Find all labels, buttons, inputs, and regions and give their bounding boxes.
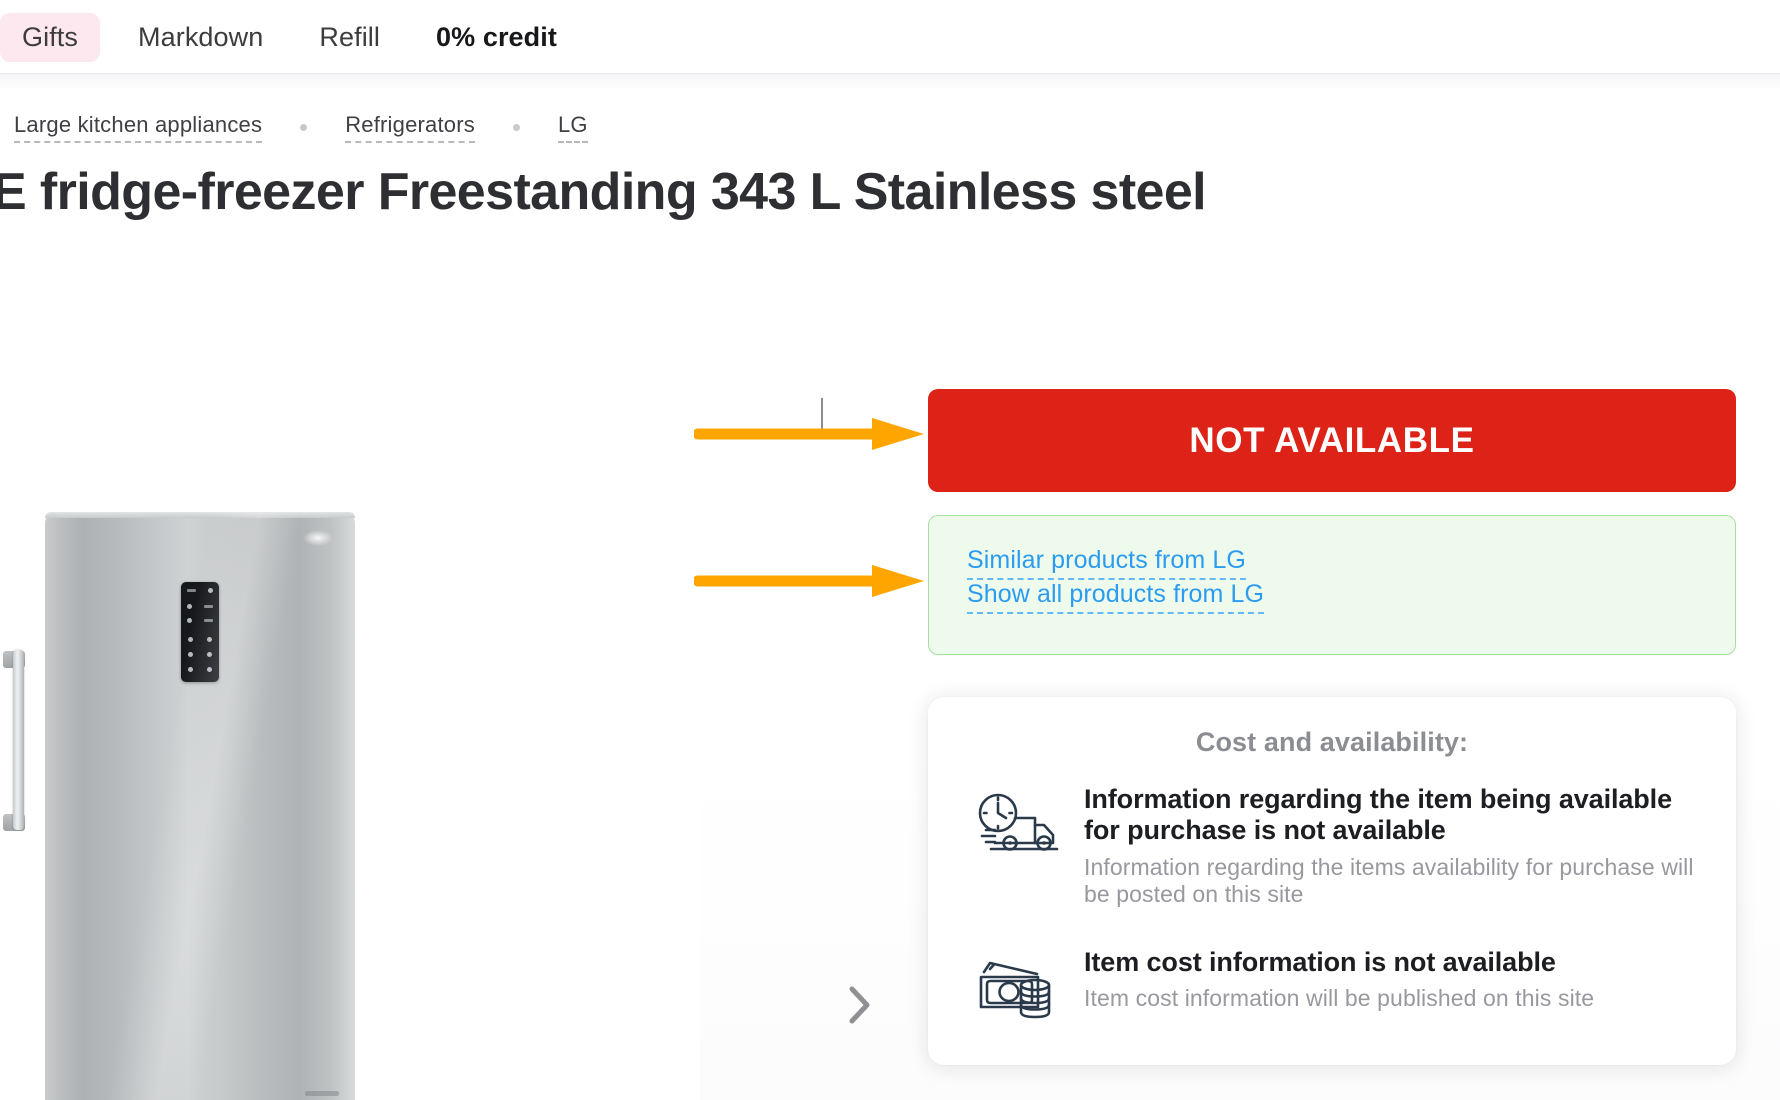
control-panel-dot (208, 588, 213, 593)
fridge-door-handle (13, 650, 24, 830)
nav-item-markdown[interactable]: Markdown (120, 13, 281, 62)
control-panel-dot (207, 667, 212, 672)
fridge-top-edge (45, 512, 355, 518)
breadcrumb-separator-dot (300, 124, 307, 131)
nav-item-refill[interactable]: Refill (301, 13, 398, 62)
nav-item-credit[interactable]: 0% credit (418, 13, 575, 62)
fridge-control-panel (181, 582, 219, 682)
show-all-products-link[interactable]: Show all products from LG (967, 580, 1264, 614)
nav-item-gifts[interactable]: Gifts (0, 13, 100, 62)
control-panel-bar (204, 619, 213, 622)
breadcrumb-item-lg[interactable]: LG (558, 112, 588, 143)
breadcrumb-item-large-kitchen-appliances[interactable]: Large kitchen appliances (14, 112, 262, 143)
money-cash-coins-icon (970, 947, 1062, 1025)
control-panel-dot (207, 637, 212, 642)
not-available-button[interactable]: NOT AVAILABLE (928, 389, 1736, 492)
similar-products-box: Similar products from LG Show all produc… (928, 515, 1736, 655)
control-panel-dot (188, 667, 193, 672)
cost-info-subtext: Item cost information will be published … (1084, 985, 1694, 1013)
control-panel-dot (188, 637, 193, 642)
control-panel-dot (187, 604, 192, 609)
subheader-band (0, 74, 1780, 90)
arrow-to-not-available (694, 416, 926, 452)
cost-info-heading: Item cost information is not available (1084, 947, 1694, 978)
breadcrumb: Large kitchen appliances Refrigerators L… (0, 112, 588, 143)
control-panel-dot (207, 652, 212, 657)
delivery-clock-truck-icon (970, 784, 1062, 862)
similar-products-link[interactable]: Similar products from LG (967, 546, 1246, 580)
control-panel-dot (188, 652, 193, 657)
control-panel-dot (187, 618, 192, 623)
control-panel-bar (187, 589, 196, 592)
availability-info-text: Information regarding the item being ava… (1084, 784, 1694, 909)
arrow-to-similar-products (694, 563, 926, 599)
breadcrumb-item-refrigerators[interactable]: Refrigerators (345, 112, 475, 143)
purchase-panel: NOT AVAILABLE Similar products from LG S… (928, 389, 1736, 1065)
top-navigation: Gifts Markdown Refill 0% credit (0, 0, 1780, 74)
fridge-glare (303, 530, 333, 546)
availability-info-row: Information regarding the item being ava… (970, 784, 1694, 909)
cost-info-row: Item cost information is not available I… (970, 947, 1694, 1025)
cost-card-title: Cost and availability: (970, 727, 1694, 758)
fridge-brand-badge (305, 1091, 339, 1096)
chevron-right-icon[interactable] (838, 983, 882, 1027)
cost-info-text: Item cost information is not available I… (1084, 947, 1694, 1013)
availability-info-subtext: Information regarding the items availabi… (1084, 854, 1694, 909)
control-panel-bar (204, 605, 213, 608)
availability-info-heading: Information regarding the item being ava… (1084, 784, 1694, 847)
cost-and-availability-card: Cost and availability: (928, 697, 1736, 1065)
product-page: Gifts Markdown Refill 0% credit Large ki… (0, 0, 1780, 1100)
product-gallery (0, 280, 700, 1100)
product-image-fridge[interactable] (45, 512, 355, 1100)
page-title: E fridge-freezer Freestanding 343 L Stai… (0, 163, 1692, 221)
breadcrumb-separator-dot (513, 124, 520, 131)
